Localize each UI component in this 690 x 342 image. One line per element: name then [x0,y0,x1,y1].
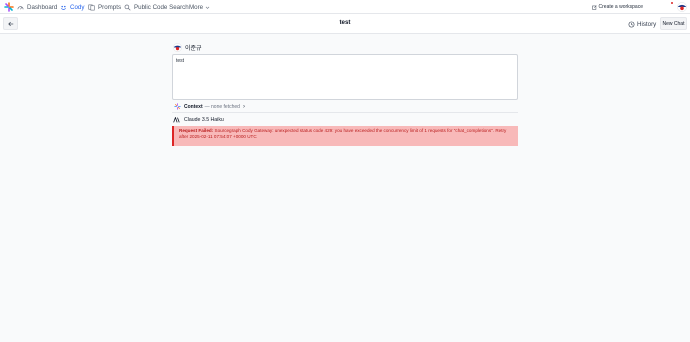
user-message-avatar [173,42,182,52]
edit-icon [591,4,597,10]
history-icon [628,21,635,27]
nav-cody[interactable]: Cody [60,0,85,15]
context-label: Context [184,103,203,110]
sourcegraph-logo[interactable] [4,2,14,12]
new-chat-button[interactable]: New Chat [660,17,687,30]
chat-header: test History New Chat [0,14,690,34]
nav-more[interactable]: More [189,0,210,14]
user-name: 이준규 [185,45,202,52]
create-workspace-link[interactable]: Create a workspace [591,0,643,14]
message-editor[interactable]: test [172,54,518,100]
model-name: Claude 3.5 Haiku [184,116,224,123]
cody-icon [61,5,66,10]
anthropic-icon [173,116,180,123]
user-avatar[interactable] [677,2,687,12]
nav-cody-label: Cody [70,3,85,11]
nav-public-code-search-label: Public Code Search [134,3,189,11]
nav-dashboard[interactable]: Dashboard [17,0,57,14]
create-workspace-label: Create a workspace [598,4,643,10]
prompts-icon [88,4,95,10]
chat-title: test [339,19,351,26]
nav-public-code-search[interactable]: Public Code Search [124,0,189,14]
chevron-down-icon [205,6,210,9]
user-message-header: 이준규 [173,42,202,52]
dashboard-icon [17,5,24,9]
nav-prompts[interactable]: Prompts [88,0,121,14]
error-message: Request Failed: Sourcegraph Cody Gateway… [172,126,518,146]
assistant-model-header: Claude 3.5 Haiku [173,115,224,124]
search-icon [124,4,131,11]
error-text: Sourcegraph Cody Gateway: unexpected sta… [179,128,507,140]
history-button[interactable]: History [628,18,656,30]
cody-sparkle-icon [174,103,181,110]
chevron-right-icon: › [242,103,245,110]
divider [172,112,518,113]
history-label: History [637,20,657,28]
nav-dashboard-label: Dashboard [27,3,58,11]
back-button[interactable] [3,17,18,30]
top-nav: Dashboard Cody Prompts Public Code Searc… [0,0,690,15]
context-detail: — none fetched [204,103,240,110]
arrow-left-icon [7,21,13,26]
nav-prompts-label: Prompts [98,3,122,11]
nav-more-label: More [189,3,204,11]
context-toggle[interactable]: Context — none fetched › [174,102,245,111]
notification-dot [671,2,673,4]
error-label: Request Failed: [179,128,214,133]
